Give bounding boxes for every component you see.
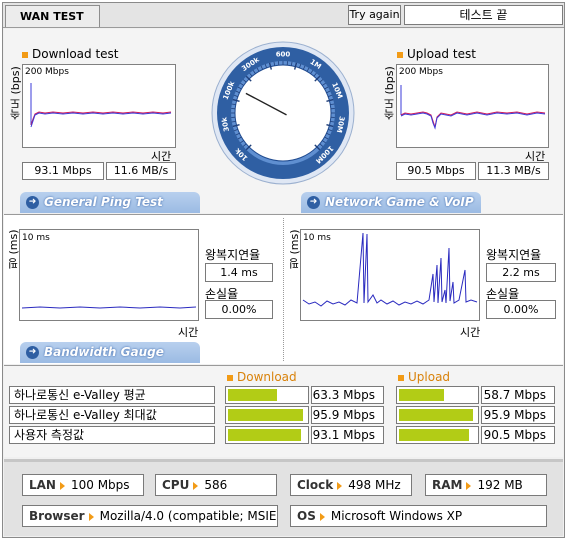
bw-download-header-text: Download	[237, 370, 297, 384]
bw-row-down-value: 63.3 Mbps	[311, 386, 384, 404]
bw-row-up-fill	[399, 429, 469, 441]
sys-clock-value: 498 MHz	[348, 478, 401, 492]
sys-browser: Browser Mozilla/4.0 (compatible; MSIE 6.0	[22, 505, 278, 527]
download-trace	[30, 83, 172, 128]
triangle-right-icon	[337, 481, 343, 490]
sys-lan: LAN 100 Mbps	[22, 474, 144, 496]
sys-browser-value: Mozilla/4.0 (compatible; MSIE 6.0	[99, 509, 277, 523]
game-ping-scale: 10 ms	[303, 233, 331, 243]
bw-row-down-bar	[225, 386, 309, 404]
general-ping-graph: 10 ms	[19, 229, 199, 321]
download-test-text: Download test	[32, 47, 119, 61]
bw-row-up-value: 58.7 Mbps	[481, 386, 555, 404]
triangle-right-icon	[466, 481, 472, 490]
gauge-tick-label: 600	[276, 51, 291, 59]
bw-row-name: 하나로통신 e-Valley 평균	[9, 386, 215, 404]
download-mbs: 11.6 MB/s	[106, 162, 176, 180]
bw-row-down-bar	[225, 426, 309, 444]
download-graph: 200 Mbps	[22, 64, 176, 148]
bw-row-name: 사용자 측정값	[9, 426, 215, 444]
bw-row-down-fill	[228, 429, 301, 441]
bw-row-up-bar	[396, 386, 479, 404]
bw-row-up-fill	[399, 409, 473, 421]
sys-clock: Clock 498 MHz	[290, 474, 412, 496]
sys-lan-value: 100 Mbps	[70, 478, 130, 492]
bw-upload-header-text: Upload	[408, 370, 451, 384]
bullet-icon	[22, 51, 28, 58]
sys-ram: RAM 192 MB	[425, 474, 547, 496]
tab-bandwidth[interactable]: ➜ Bandwidth Gauge	[20, 342, 200, 363]
sys-cpu: CPU 586	[155, 474, 277, 496]
arrow-right-icon: ➜	[307, 196, 320, 209]
sys-os: OS Microsoft Windows XP	[290, 505, 547, 527]
sys-cpu-value: 586	[204, 478, 228, 492]
bw-row-up-bar	[396, 406, 479, 424]
bw-row-up-value: 90.5 Mbps	[481, 426, 555, 444]
game-ping-trace	[302, 232, 478, 307]
bw-row-down-fill	[228, 409, 303, 421]
bw-row-down-fill	[228, 389, 277, 401]
general-ping-scale: 10 ms	[22, 233, 50, 243]
game-ping-time-label: 시간	[460, 326, 481, 339]
arrow-right-icon: ➜	[26, 196, 39, 209]
download-test-label: Download test	[22, 47, 119, 61]
game-ping-graph: 10 ms	[300, 229, 480, 321]
triangle-right-icon	[319, 512, 325, 521]
general-rtt-label: 왕복지연율	[205, 248, 261, 262]
triangle-right-icon	[59, 481, 65, 490]
tab-network-game[interactable]: ➜Network Game & VoIP Test	[301, 192, 481, 230]
upload-mbps: 90.5 Mbps	[396, 162, 476, 180]
bullet-icon	[227, 374, 233, 381]
bw-row-down-value: 95.9 Mbps	[311, 406, 384, 424]
general-ping-time-label: 시간	[178, 326, 199, 339]
sys-lan-key: LAN	[29, 478, 56, 492]
game-rtt-label: 왕복지연율	[486, 248, 542, 262]
bullet-icon	[397, 51, 403, 58]
general-loss-value: 0.00%	[205, 300, 273, 319]
sys-cpu-key: CPU	[162, 478, 190, 492]
upload-graph: 200 Mbps	[396, 64, 549, 148]
triangle-right-icon	[88, 512, 94, 521]
bw-upload-header: Upload	[398, 370, 450, 384]
ping-divider	[283, 218, 284, 361]
triangle-right-icon	[193, 481, 199, 490]
upload-test-label: Upload test	[397, 47, 476, 61]
app-title: WAN TEST	[5, 5, 100, 27]
download-mbps: 93.1 Mbps	[22, 162, 104, 180]
game-rtt-value: 2.2 ms	[486, 263, 556, 282]
upload-trace	[400, 85, 546, 130]
bullet-icon	[398, 374, 404, 381]
game-loss-value: 0.00%	[486, 300, 556, 319]
tab-bandwidth-label: Bandwidth Gauge	[44, 345, 164, 359]
sys-clock-key: Clock	[297, 478, 334, 492]
general-rtt-value: 1.4 ms	[205, 263, 273, 282]
sys-os-value: Microsoft Windows XP	[330, 509, 463, 523]
upload-test-text: Upload test	[407, 47, 476, 61]
bw-row-up-value: 95.9 Mbps	[481, 406, 555, 424]
sys-ram-value: 192 MB	[477, 478, 523, 492]
sys-os-key: OS	[297, 509, 316, 523]
download-scale: 200 Mbps	[25, 67, 69, 77]
upload-scale: 200 Mbps	[399, 67, 443, 77]
bw-row-up-bar	[396, 426, 479, 444]
status-field: 테스트 끝	[404, 5, 563, 25]
arrow-right-icon: ➜	[26, 346, 39, 359]
speed-gauge: 10k30k100k300k6001M10M30M100M	[211, 41, 355, 185]
bw-row-down-value: 93.1 Mbps	[311, 426, 384, 444]
upload-mbs: 11.3 MB/s	[478, 162, 549, 180]
sys-browser-key: Browser	[29, 509, 85, 523]
bw-download-header: Download	[227, 370, 297, 384]
try-again-button[interactable]: Try again	[348, 5, 401, 25]
tab-general-ping[interactable]: ➜ General Ping Test	[20, 192, 200, 213]
tab-general-ping-label: General Ping Test	[44, 195, 163, 209]
bw-row-name: 하나로통신 e-Valley 최대값	[9, 406, 215, 424]
sys-ram-key: RAM	[432, 478, 463, 492]
bw-row-down-bar	[225, 406, 309, 424]
bw-row-up-fill	[399, 389, 444, 401]
general-ping-trace	[21, 306, 197, 309]
